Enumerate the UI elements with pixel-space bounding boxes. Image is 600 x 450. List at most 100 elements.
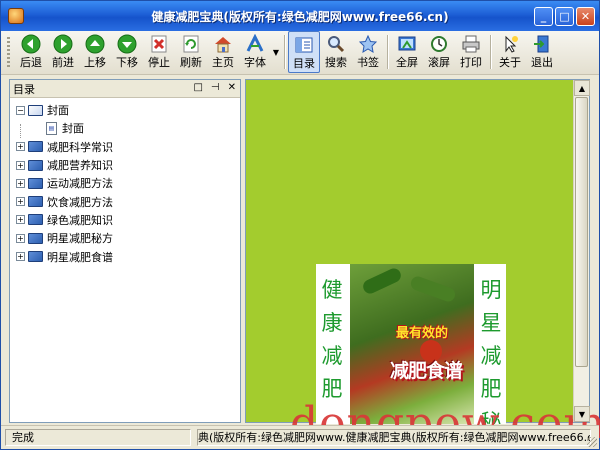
status-bar: 完成 典(版权所有:绿色减肥网www.健康减肥宝典(版权所有:绿色减肥网www.… bbox=[1, 425, 599, 449]
window-controls: _ □ ✕ bbox=[534, 7, 595, 26]
search-icon bbox=[326, 34, 346, 54]
tree-item-label: 封面 bbox=[62, 120, 84, 137]
tree-item-label: 明星减肥食谱 bbox=[47, 250, 113, 264]
fullscreen-button[interactable]: 全屏 bbox=[391, 31, 423, 73]
collapse-toggle[interactable]: − bbox=[16, 105, 25, 115]
maximize-button[interactable]: □ bbox=[555, 7, 574, 26]
autoscroll-button[interactable]: 滚屏 bbox=[423, 31, 455, 73]
font-dropdown-arrow[interactable]: ▼ bbox=[271, 31, 281, 73]
toolbar-grip[interactable] bbox=[7, 37, 10, 69]
book-icon bbox=[28, 159, 43, 171]
exit-label: 退出 bbox=[531, 56, 553, 69]
move-up-label: 上移 bbox=[84, 56, 106, 69]
expand-toggle[interactable]: + bbox=[16, 197, 25, 207]
cucumber-graphic bbox=[360, 266, 404, 296]
print-button[interactable]: 打印 bbox=[455, 31, 487, 73]
font-label: 字体 bbox=[244, 56, 266, 69]
stop-button[interactable]: 停止 bbox=[143, 31, 175, 73]
minimize-button[interactable]: _ bbox=[534, 7, 553, 26]
toolbar-separator bbox=[387, 35, 388, 69]
tree-item-nutrition[interactable]: + 减肥营养知识 bbox=[16, 156, 240, 174]
scroll-thumb[interactable] bbox=[575, 97, 588, 367]
stop-label: 停止 bbox=[148, 56, 170, 69]
contents-label: 目录 bbox=[293, 57, 315, 70]
vegetable-graphic bbox=[408, 274, 458, 304]
panel-pin-icon[interactable]: ⊣ bbox=[211, 82, 220, 93]
back-icon bbox=[21, 34, 41, 54]
forward-button[interactable]: 前进 bbox=[47, 31, 79, 73]
refresh-label: 刷新 bbox=[180, 56, 202, 69]
panel-close-icon[interactable]: ✕ bbox=[228, 82, 236, 93]
status-marquee: 典(版权所有:绿色减肥网www.健康减肥宝典(版权所有:绿色减肥网www.fre… bbox=[197, 429, 591, 446]
resize-grip[interactable] bbox=[587, 437, 597, 447]
home-label: 主页 bbox=[212, 56, 234, 69]
expand-toggle[interactable]: + bbox=[16, 178, 25, 188]
open-book-icon bbox=[28, 104, 43, 116]
close-button[interactable]: ✕ bbox=[576, 7, 595, 26]
title-bar[interactable]: 健康减肥宝典(版权所有:绿色减肥网www.free66.cn) _ □ ✕ bbox=[1, 1, 599, 31]
forward-label: 前进 bbox=[52, 56, 74, 69]
panel-title: 目录 bbox=[13, 82, 35, 96]
expand-toggle[interactable]: + bbox=[16, 215, 25, 225]
panel-header: 目录 □ ⊣ ✕ bbox=[10, 80, 240, 98]
search-label: 搜索 bbox=[325, 56, 347, 69]
tree-item-label: 减肥科学常识 bbox=[47, 140, 113, 154]
expand-toggle[interactable]: + bbox=[16, 160, 25, 170]
fullscreen-label: 全屏 bbox=[396, 56, 418, 69]
content-view[interactable]: 健康减肥 最有效的 减肥食谱 明星减肥秘 dongpow.com ▲ ▼ bbox=[245, 79, 600, 449]
move-down-button[interactable]: 下移 bbox=[111, 31, 143, 73]
book-icon bbox=[28, 232, 43, 244]
vertical-scrollbar[interactable]: ▲ ▼ bbox=[573, 80, 590, 422]
toolbar-separator bbox=[490, 35, 491, 69]
tree-item-label: 减肥营养知识 bbox=[47, 159, 113, 173]
tree-item-exercise[interactable]: + 运动减肥方法 bbox=[16, 174, 240, 192]
exit-icon bbox=[532, 34, 552, 54]
window-title: 健康减肥宝典(版权所有:绿色减肥网www.free66.cn) bbox=[151, 9, 449, 24]
bookmark-button[interactable]: 书签 bbox=[352, 31, 384, 73]
toolbar-separator bbox=[284, 35, 285, 69]
search-button[interactable]: 搜索 bbox=[320, 31, 352, 73]
expand-toggle[interactable]: + bbox=[16, 142, 25, 152]
refresh-icon bbox=[181, 34, 201, 54]
down-icon bbox=[117, 34, 137, 54]
scroll-up-arrow[interactable]: ▲ bbox=[574, 80, 590, 96]
tree-item-cover-root[interactable]: − 封面 bbox=[16, 101, 240, 119]
tree-item-label: 明星减肥秘方 bbox=[47, 232, 113, 246]
home-button[interactable]: 主页 bbox=[207, 31, 239, 73]
home-icon bbox=[213, 34, 233, 54]
tree-item-celebrity-recipes[interactable]: + 明星减肥食谱 bbox=[16, 247, 240, 265]
about-icon bbox=[500, 34, 520, 54]
autoscroll-label: 滚屏 bbox=[428, 56, 450, 69]
app-icon bbox=[8, 8, 24, 24]
expand-toggle[interactable]: + bbox=[16, 233, 25, 243]
contents-button[interactable]: 目录 bbox=[288, 31, 320, 73]
font-button[interactable]: 字体 bbox=[239, 31, 271, 73]
scroll-down-arrow[interactable]: ▼ bbox=[574, 406, 590, 422]
tree-item-celebrity-secrets[interactable]: + 明星减肥秘方 bbox=[16, 229, 240, 247]
forward-icon bbox=[53, 34, 73, 54]
stop-icon bbox=[149, 34, 169, 54]
move-up-button[interactable]: 上移 bbox=[79, 31, 111, 73]
tree-item-label: 饮食减肥方法 bbox=[47, 195, 113, 209]
contents-panel: 目录 □ ⊣ ✕ − 封面 ▤ 封面 + 减肥科学常识 + 减肥营养知识 + 运… bbox=[9, 79, 241, 423]
cover-left-text: 健康减肥 bbox=[321, 278, 343, 401]
expand-toggle[interactable]: + bbox=[16, 252, 25, 262]
book-icon bbox=[28, 214, 43, 226]
print-icon bbox=[461, 34, 481, 54]
about-button[interactable]: 关于 bbox=[494, 31, 526, 73]
exit-button[interactable]: 退出 bbox=[526, 31, 558, 73]
back-button[interactable]: 后退 bbox=[15, 31, 47, 73]
tree-item-green-knowledge[interactable]: + 绿色减肥知识 bbox=[16, 211, 240, 229]
tree-item-diet-methods[interactable]: + 饮食减肥方法 bbox=[16, 192, 240, 210]
panel-float-icon[interactable]: □ bbox=[193, 82, 202, 93]
cover-headline-small: 最有效的 bbox=[396, 326, 449, 341]
refresh-button[interactable]: 刷新 bbox=[175, 31, 207, 73]
tree-item-cover-page[interactable]: ▤ 封面 bbox=[16, 119, 240, 137]
about-label: 关于 bbox=[499, 56, 521, 69]
book-icon bbox=[28, 177, 43, 189]
app-window: 健康减肥宝典(版权所有:绿色减肥网www.free66.cn) _ □ ✕ 后退… bbox=[0, 0, 600, 450]
back-label: 后退 bbox=[20, 56, 42, 69]
bookmark-icon bbox=[358, 34, 378, 54]
panel-controls: □ ⊣ ✕ bbox=[193, 82, 236, 93]
tree-item-diet-science[interactable]: + 减肥科学常识 bbox=[16, 138, 240, 156]
